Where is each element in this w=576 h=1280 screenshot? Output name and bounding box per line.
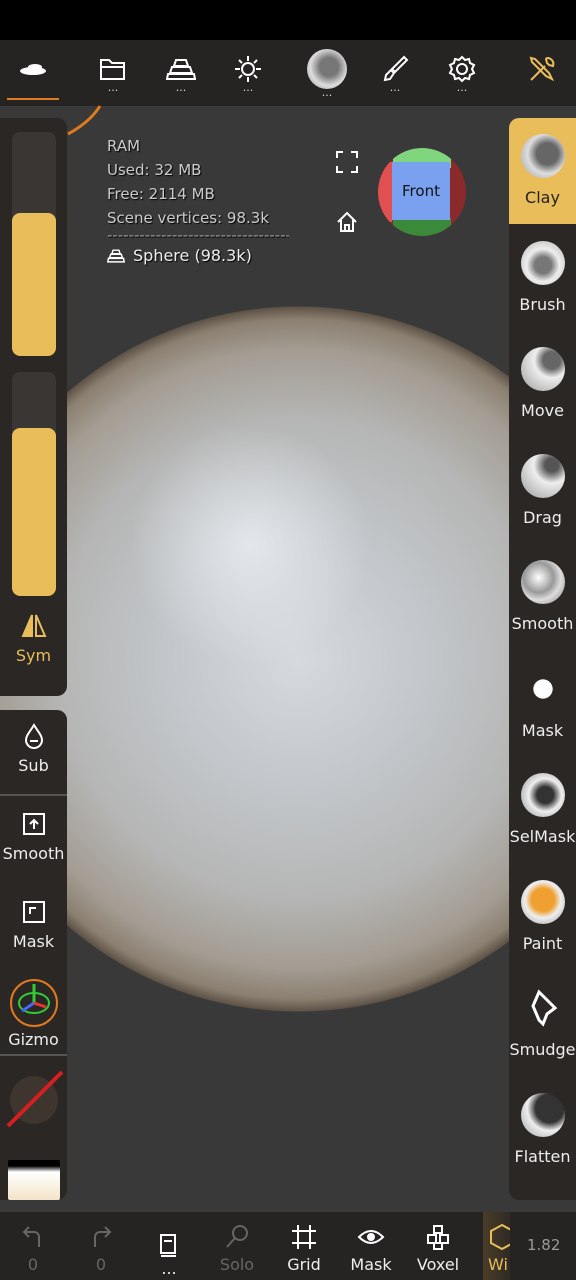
tool-move[interactable]: Move <box>509 331 576 437</box>
selmask-tool-icon <box>520 773 565 817</box>
undo-button[interactable]: 0 <box>0 1212 66 1280</box>
smooth-button[interactable]: Smooth <box>0 810 67 863</box>
tool-paint[interactable]: Paint <box>509 864 576 970</box>
tool-flatten[interactable]: Flatten <box>509 1077 576 1183</box>
view-cube[interactable]: Front <box>378 148 466 236</box>
brush-tool-icon <box>520 240 565 285</box>
sphere-mesh[interactable] <box>0 306 576 1012</box>
mask-button[interactable]: Mask <box>0 898 67 951</box>
move-tool-icon <box>520 347 565 391</box>
radius-slider[interactable] <box>12 132 56 356</box>
tool-selmask[interactable]: SelMask <box>509 757 576 863</box>
tool-drag[interactable]: Drag <box>509 438 576 544</box>
solo-button[interactable]: Solo <box>204 1212 270 1280</box>
ram-free: Free: 2114 MB <box>107 185 215 203</box>
lighting-button[interactable]: ... <box>218 40 278 106</box>
scene-vertices: Scene vertices: 98.3k <box>107 209 270 227</box>
drag-tool-icon <box>520 453 565 498</box>
symmetry-button[interactable]: Sym <box>0 612 67 665</box>
gizmo-button[interactable]: Gizmo <box>0 978 67 1049</box>
mask-tool-icon <box>520 666 565 711</box>
intensity-slider[interactable] <box>12 372 56 596</box>
bottom-toolbar: 0 0 ... Solo Grid Mask Voxel Wi 1.82 <box>0 1212 576 1280</box>
smooth-tool-icon <box>520 560 565 604</box>
smudge-tool-icon <box>521 986 565 1030</box>
files-button[interactable]: ... <box>83 40 143 106</box>
subdivide-button[interactable]: Sub <box>0 722 67 775</box>
tool-clay[interactable]: Clay <box>509 118 576 224</box>
mesh-stack-icon <box>107 249 125 263</box>
tool-smooth[interactable]: Smooth <box>509 544 576 650</box>
cubes-icon <box>427 1225 449 1250</box>
no-color-slash-icon <box>6 1070 64 1128</box>
home-icon[interactable] <box>335 210 359 234</box>
gear-icon <box>448 55 476 83</box>
orange-arc <box>67 105 102 136</box>
wireframe-icon <box>490 1223 510 1251</box>
paint-brush-icon <box>383 55 409 82</box>
tools-icon <box>529 56 555 82</box>
wireframe-button[interactable]: Wi <box>483 1212 510 1280</box>
radius-slider-fill <box>12 212 56 356</box>
material-button[interactable]: ... <box>297 40 357 106</box>
settings-button[interactable]: ... <box>432 40 492 106</box>
voxel-button[interactable]: Voxel <box>405 1212 471 1280</box>
redo-button[interactable]: 0 <box>68 1212 134 1280</box>
grid-frame-icon <box>292 1225 316 1249</box>
object-entry[interactable]: Sphere (98.3k) <box>107 244 289 268</box>
ram-label: RAM <box>107 137 141 155</box>
scene-icon <box>20 64 46 75</box>
left-actions-panel: Sub Smooth Mask Gizmo <box>0 710 67 1200</box>
tool-mask[interactable]: Mask <box>509 651 576 757</box>
left-sliders-panel: Sym <box>0 118 67 696</box>
paint-tool-icon <box>520 879 565 924</box>
layers-button[interactable]: ... <box>136 1212 202 1280</box>
drop-icon <box>24 723 43 749</box>
eye-icon <box>357 1230 385 1244</box>
painting-button[interactable]: ... <box>365 40 425 106</box>
color-picker[interactable] <box>6 1070 64 1128</box>
scene-info: RAM Used: 32 MB Free: 2114 MB Scene vert… <box>107 134 289 268</box>
redo-icon <box>94 1226 112 1247</box>
active-tab-underline <box>7 98 59 100</box>
gizmo-icon <box>9 979 58 1027</box>
scene-button[interactable] <box>3 40 63 106</box>
top-toolbar: ... ... ... ... ... ... <box>0 40 576 106</box>
tool-brush[interactable]: Brush <box>509 225 576 331</box>
tool-panel: Clay Brush Move Drag Smooth Mask SelMask Paint S… <box>509 118 576 1200</box>
intensity-slider-fill <box>12 428 56 596</box>
mask-visibility-button[interactable]: Mask <box>338 1212 404 1280</box>
corner-box-icon <box>22 901 45 923</box>
flatten-tool-icon <box>520 1092 565 1137</box>
folder-icon <box>100 59 125 80</box>
status-bar <box>0 0 576 40</box>
search-icon <box>226 1225 248 1248</box>
upload-box-icon <box>22 813 45 835</box>
divider: ----------------------------------------… <box>107 230 289 244</box>
tools-button[interactable] <box>512 40 572 106</box>
material-sphere-icon <box>307 49 347 89</box>
grid-button[interactable]: Grid <box>271 1212 337 1280</box>
tool-smudge[interactable]: Smudge <box>509 970 576 1076</box>
clay-tool-icon <box>520 134 565 178</box>
fullscreen-icon[interactable] <box>335 150 359 174</box>
view-cube-front[interactable]: Front <box>392 162 450 220</box>
mesh-stack-icon <box>166 59 196 80</box>
book-icon <box>160 1234 176 1257</box>
symmetry-icon <box>20 614 47 637</box>
material-swatch[interactable] <box>8 1160 60 1200</box>
ram-used: Used: 32 MB <box>107 161 202 179</box>
mesh-button[interactable]: ... <box>151 40 211 106</box>
sun-icon <box>235 56 261 82</box>
version-label: 1.82 <box>527 1236 561 1254</box>
undo-icon <box>22 1226 40 1247</box>
